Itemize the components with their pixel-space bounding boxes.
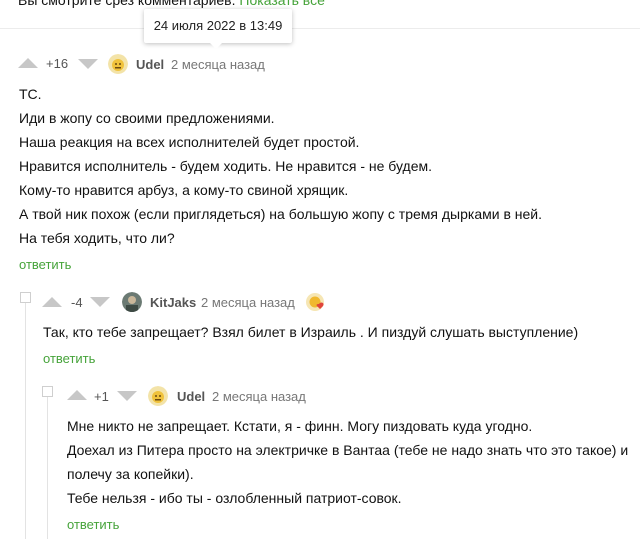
avatar[interactable] bbox=[148, 386, 168, 406]
comment-text-line: На тебя ходить, что ли? bbox=[19, 230, 175, 246]
comment-text-line: Нравится исполнитель - будем ходить. Не … bbox=[19, 158, 433, 174]
comment-text-line: Иди в жопу со своими предложениями. bbox=[19, 110, 275, 126]
comment-username[interactable]: Udel bbox=[177, 389, 205, 404]
vote-down-icon[interactable] bbox=[117, 391, 137, 401]
reply-link[interactable]: ответить bbox=[43, 351, 95, 366]
thread-line bbox=[25, 302, 26, 539]
comment-rating: -4 bbox=[71, 295, 83, 310]
comment-rating: +16 bbox=[46, 56, 69, 71]
reply-link[interactable]: ответить bbox=[19, 257, 71, 272]
show-all-link[interactable]: Показать все bbox=[239, 0, 324, 8]
comment-text-line: Кому-то нравится арбуз, а кому-то свиной… bbox=[19, 182, 349, 198]
avatar[interactable] bbox=[108, 54, 128, 74]
slice-notice-text: Вы смотрите срез комментариев. bbox=[18, 0, 236, 8]
divider bbox=[0, 28, 640, 29]
comment-time[interactable]: 2 месяца назад bbox=[171, 57, 265, 72]
comment-text-line: Тебе нельзя - ибо ты - озлобленный патри… bbox=[67, 490, 402, 506]
comment-time[interactable]: 2 месяца назад bbox=[201, 295, 295, 310]
comment-text-line: Мне никто не запрещает. Кстати, я - финн… bbox=[67, 418, 533, 434]
comment-time[interactable]: 2 месяца назад bbox=[212, 389, 306, 404]
collapse-thread-button[interactable] bbox=[20, 292, 31, 303]
comment-text-line: полечу за копейки). bbox=[67, 466, 194, 482]
vote-up-icon[interactable] bbox=[18, 58, 38, 68]
comment-text-line: Так, кто тебе запрещает? Взял билет в Из… bbox=[43, 324, 579, 340]
timestamp-tooltip: 24 июля 2022 в 13:49 bbox=[144, 9, 292, 49]
vote-up-icon[interactable] bbox=[42, 297, 62, 307]
comment-username[interactable]: KitJaks bbox=[150, 295, 196, 310]
avatar[interactable] bbox=[122, 292, 142, 312]
reply-link[interactable]: ответить bbox=[67, 517, 119, 532]
comment-username[interactable]: Udel bbox=[136, 57, 164, 72]
comment-text-line: Наша реакция на всех исполнителей будет … bbox=[19, 134, 360, 150]
vote-down-icon[interactable] bbox=[78, 59, 98, 69]
vote-down-icon[interactable] bbox=[90, 297, 110, 307]
comment-text-line: ТС. bbox=[19, 86, 42, 102]
vote-up-icon[interactable] bbox=[67, 390, 87, 400]
comment-text-line: Доехал из Питера просто на электричке в … bbox=[67, 442, 629, 458]
collapse-thread-button[interactable] bbox=[42, 386, 53, 397]
comment-rating: +1 bbox=[94, 389, 109, 404]
comments-slice-notice: Вы смотрите срез комментариев. Показать … bbox=[18, 0, 325, 8]
comment-text-line: А твой ник похож (если приглядеться) на … bbox=[19, 206, 543, 222]
award-badge-icon[interactable] bbox=[305, 292, 325, 312]
thread-line bbox=[47, 396, 48, 539]
